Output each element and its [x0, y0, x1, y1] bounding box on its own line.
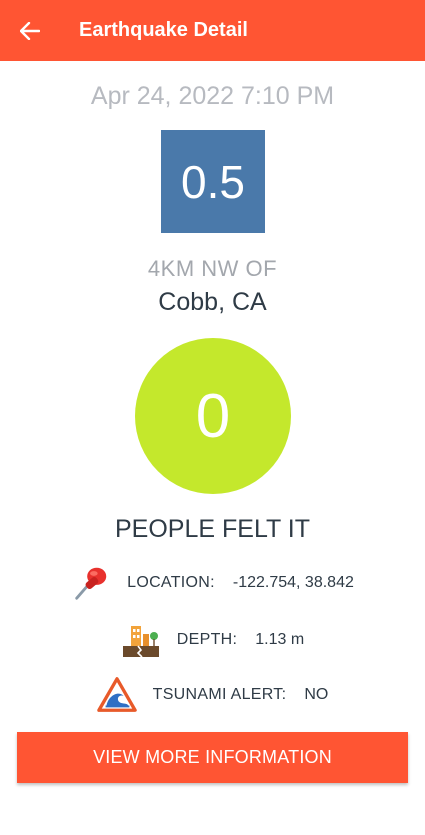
tsunami-row: TSUNAMI ALERT: NO [0, 675, 425, 715]
location-offset: 4KM NW OF [147, 256, 278, 281]
location-label: LOCATION: [127, 574, 215, 591]
building-crack-icon [121, 620, 161, 660]
back-button[interactable] [0, 0, 60, 61]
page-title: Earthquake Detail [79, 19, 248, 41]
pushpin-icon [71, 563, 111, 603]
felt-label: PEOPLE FELT IT [115, 515, 310, 543]
depth-row: DEPTH: 1.13 m [0, 620, 425, 660]
magnitude-badge: 0.5 [161, 130, 265, 233]
felt-count-value: 0 [195, 381, 231, 451]
app-bar: Earthquake Detail [0, 0, 425, 61]
tsunami-label: TSUNAMI ALERT: [152, 686, 287, 703]
arrow-left-icon [20, 21, 40, 40]
location-place: Cobb, CA [158, 288, 267, 316]
depth-value: 1.13 m [255, 631, 305, 648]
view-more-button[interactable]: VIEW MORE INFORMATION [17, 732, 408, 783]
location-row: LOCATION: -122.754, 38.842 [0, 562, 425, 604]
location-value: -122.754, 38.842 [232, 574, 354, 591]
tsunami-value: NO [304, 686, 329, 703]
tsunami-warning-icon [96, 675, 137, 715]
depth-label: DEPTH: [176, 631, 238, 648]
felt-count-badge: 0 [135, 338, 291, 494]
event-date: Apr 24, 2022 7:10 PM [90, 82, 335, 110]
magnitude-value: 0.5 [181, 155, 245, 208]
